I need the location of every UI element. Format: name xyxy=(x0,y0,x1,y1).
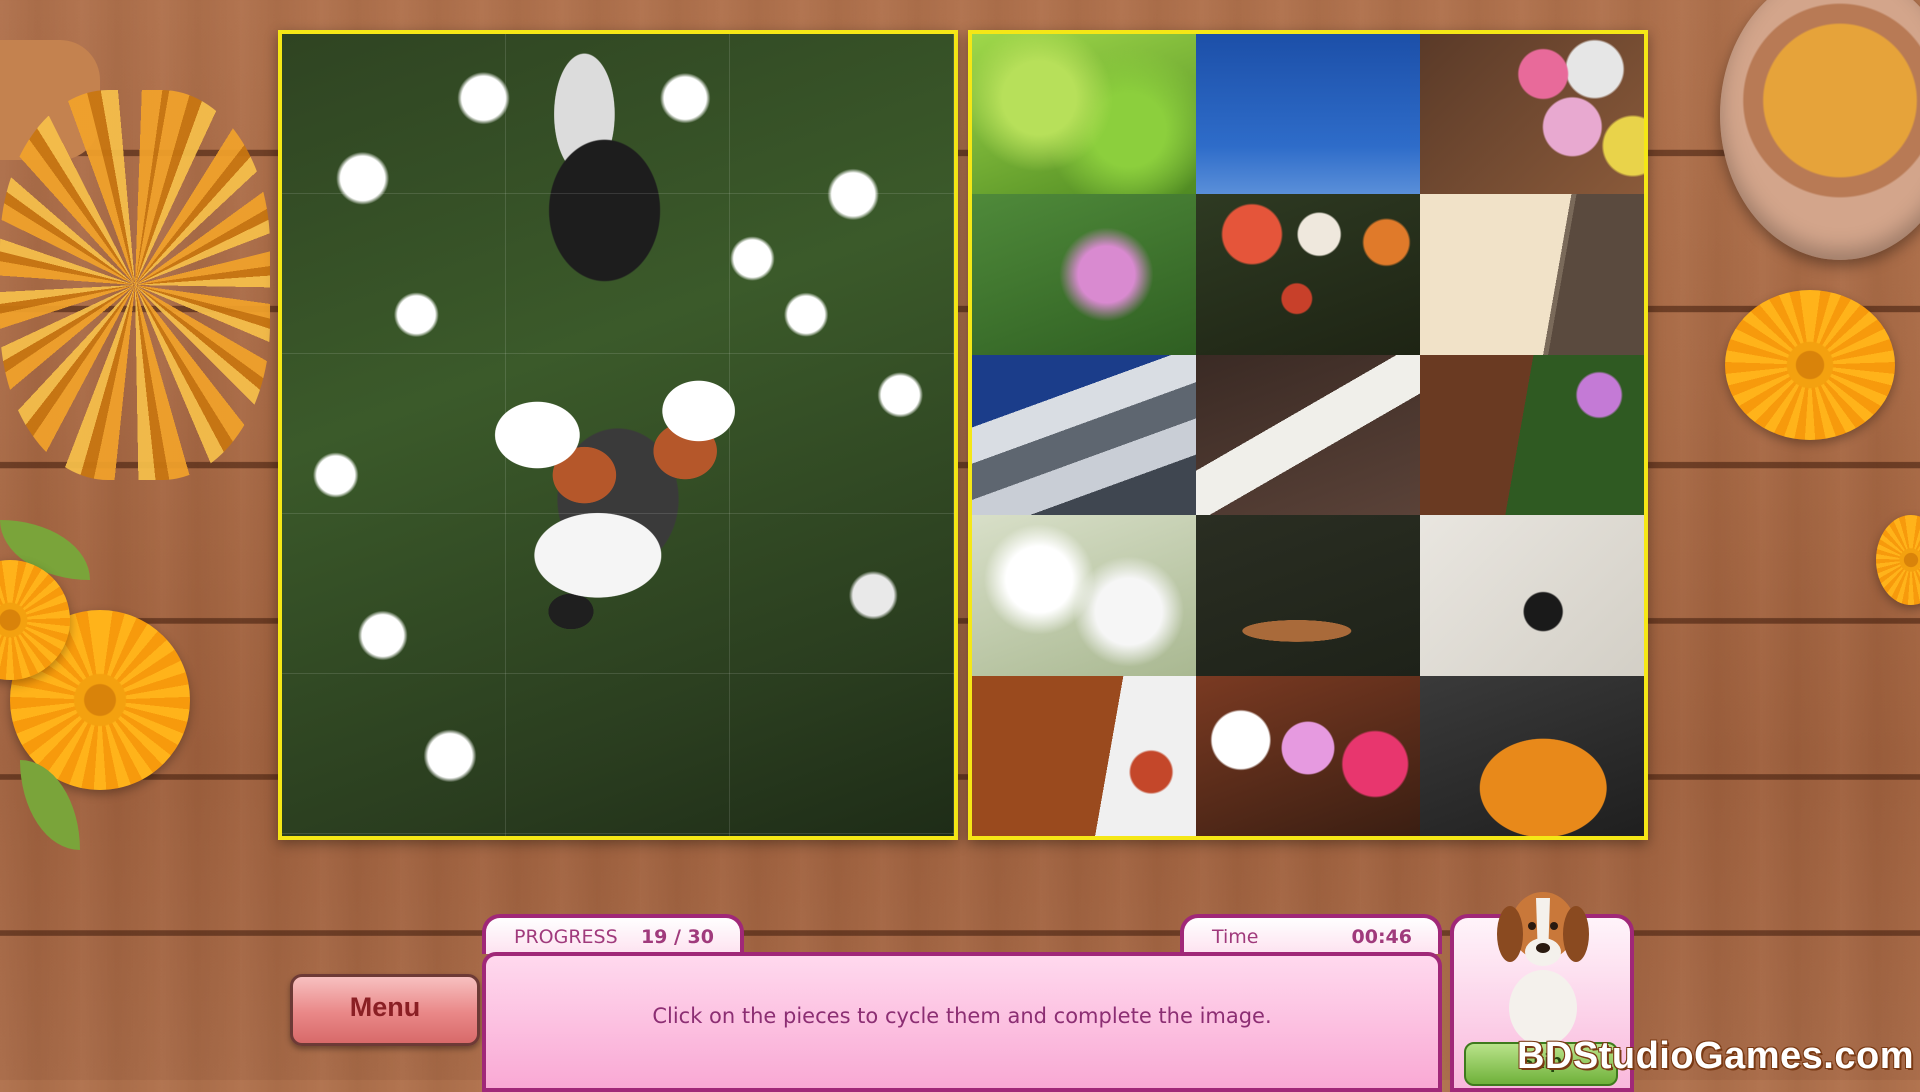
menu-button[interactable]: Menu xyxy=(290,974,480,1046)
watermark-text: BDStudioGames.com xyxy=(1516,1035,1914,1077)
tile-dog-basket[interactable] xyxy=(972,675,1196,836)
decor-marigold-right-edge xyxy=(1876,515,1920,605)
tile-blue-sky[interactable] xyxy=(1196,34,1420,195)
tile-yarn-balls[interactable] xyxy=(1420,34,1644,195)
tile-craft-tools[interactable] xyxy=(1196,354,1420,516)
tile-phlox-basket[interactable] xyxy=(1196,675,1420,836)
tile-parchment-feather[interactable] xyxy=(1420,194,1644,355)
reference-grid-lines xyxy=(282,34,954,836)
time-label: Time xyxy=(1212,926,1259,948)
beagle-puppy-icon xyxy=(1497,892,1589,1046)
tile-dark-painting[interactable] xyxy=(1196,515,1420,676)
tile-white-blossoms[interactable] xyxy=(972,515,1196,676)
time-value: 00:46 xyxy=(1351,926,1412,948)
tile-green-leaves[interactable] xyxy=(972,34,1196,195)
hint-panel: Click on the pieces to cycle them and co… xyxy=(482,952,1442,1092)
decor-dried-petals-left xyxy=(0,90,270,480)
time-tab: Time 00:46 xyxy=(1180,914,1442,954)
tile-painted-flowers[interactable] xyxy=(1196,194,1420,355)
tile-pink-flower[interactable] xyxy=(972,194,1196,355)
progress-tab: PROGRESS 19 / 30 xyxy=(482,914,744,954)
progress-value: 19 / 30 xyxy=(640,926,714,948)
tile-camera-film[interactable] xyxy=(1420,515,1644,676)
hint-text: Click on the pieces to cycle them and co… xyxy=(652,1004,1272,1028)
tile-orange-spoon[interactable] xyxy=(1420,675,1644,836)
puzzle-tile-grid xyxy=(972,34,1644,836)
reference-image-board xyxy=(278,30,958,840)
decor-marigold-right xyxy=(1725,290,1895,440)
puzzle-board xyxy=(968,30,1648,840)
tile-dog-fur-flower[interactable] xyxy=(1420,354,1644,516)
progress-label: PROGRESS xyxy=(514,926,618,948)
decor-bowl-right xyxy=(1720,0,1920,260)
tile-snowy-mountain[interactable] xyxy=(972,354,1196,516)
